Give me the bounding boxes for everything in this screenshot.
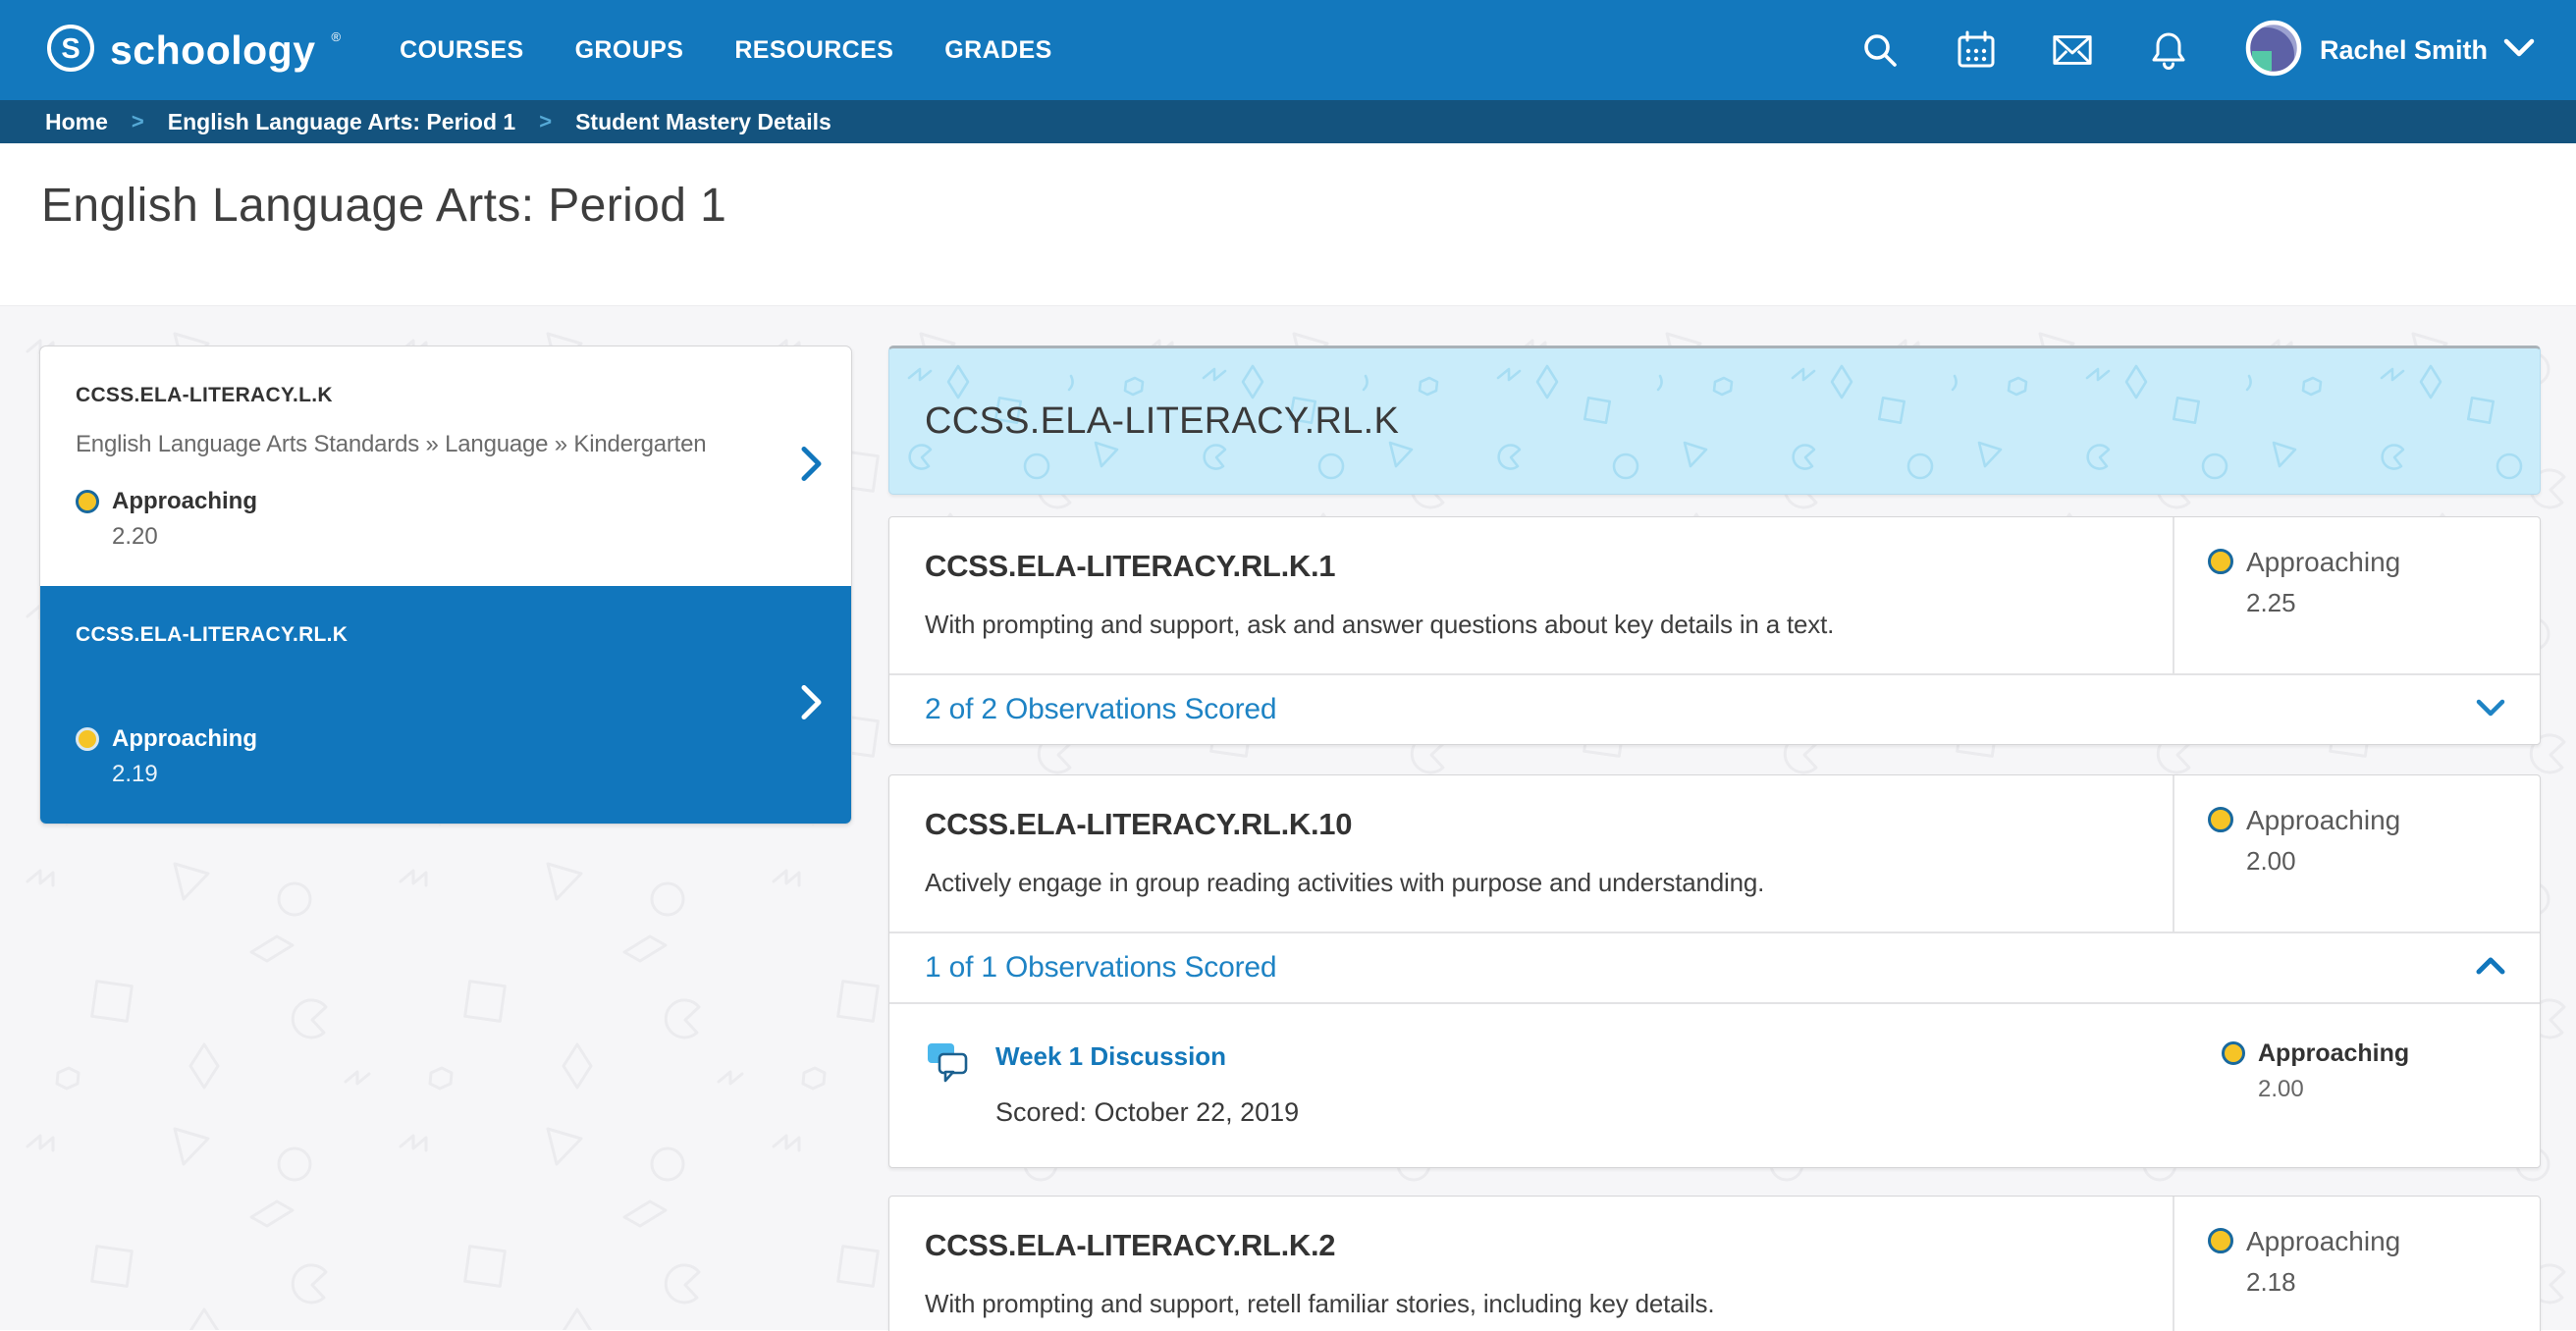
user-name: Rachel Smith xyxy=(2320,35,2488,66)
standard-code: CCSS.ELA-LITERACY.RL.K.1 xyxy=(925,549,2137,584)
standard-card-header: CCSS.ELA-LITERACY.RL.K.2 With prompting … xyxy=(889,1197,2540,1331)
chevron-up-icon[interactable] xyxy=(2475,956,2506,981)
caret-down-icon xyxy=(2503,37,2535,64)
standard-card-rlk2: CCSS.ELA-LITERACY.RL.K.2 With prompting … xyxy=(888,1196,2541,1331)
standard-description: With prompting and support, ask and answ… xyxy=(925,610,2137,640)
status-label: Approaching xyxy=(2246,1226,2400,1257)
standard-card-rlk1: CCSS.ELA-LITERACY.RL.K.1 With prompting … xyxy=(888,516,2541,745)
schoology-app: S schoology ® COURSES GROUPS RESOURCES G… xyxy=(0,0,2576,1331)
status-score: 2.18 xyxy=(2246,1267,2400,1298)
selected-standard-banner: CCSS.ELA-LITERACY.RL.K xyxy=(888,346,2541,495)
status-score: 2.00 xyxy=(2246,846,2400,877)
standard-card-header: CCSS.ELA-LITERACY.RL.K.1 With prompting … xyxy=(889,517,2540,673)
standard-card-rlk10: CCSS.ELA-LITERACY.RL.K.10 Actively engag… xyxy=(888,774,2541,1168)
chevron-down-icon[interactable] xyxy=(2475,698,2506,722)
standard-description: With prompting and support, retell famil… xyxy=(925,1289,2137,1319)
status-badge: Approaching 2.25 xyxy=(2173,517,2540,673)
standard-description: English Language Arts Standards » Langua… xyxy=(76,431,763,458)
observations-scored-link[interactable]: 1 of 1 Observations Scored xyxy=(925,951,1276,985)
observations-toggle-row[interactable]: 1 of 1 Observations Scored xyxy=(889,932,2540,1002)
avatar xyxy=(2243,18,2304,83)
status-label: Approaching xyxy=(2258,1039,2409,1068)
approaching-status-dot xyxy=(76,727,99,751)
status-badge: Approaching 2.20 xyxy=(76,488,763,551)
svg-text:S: S xyxy=(61,33,80,65)
status-score: 2.25 xyxy=(2246,588,2400,618)
status-score: 2.00 xyxy=(2258,1076,2409,1103)
observation-scored-date: Scored: October 22, 2019 xyxy=(995,1097,1299,1128)
standard-code: CCSS.ELA-LITERACY.RL.K xyxy=(76,623,763,647)
chevron-right-icon[interactable] xyxy=(800,684,824,726)
approaching-status-dot xyxy=(2222,1041,2245,1065)
approaching-status-dot xyxy=(76,490,99,513)
observations-toggle-row[interactable]: 2 of 2 Observations Scored xyxy=(889,673,2540,744)
calendar-icon[interactable] xyxy=(1955,28,1998,72)
schoology-logo[interactable]: S schoology ® xyxy=(45,23,339,79)
user-menu[interactable]: Rachel Smith xyxy=(2243,18,2535,83)
status-badge: Approaching 2.00 xyxy=(2163,1039,2530,1128)
status-label: Approaching xyxy=(2246,547,2400,578)
observation-detail-row: Week 1 Discussion Scored: October 22, 20… xyxy=(889,1002,2540,1167)
breadcrumb: Home > English Language Arts: Period 1 >… xyxy=(0,100,2576,143)
approaching-status-dot xyxy=(2208,1228,2233,1253)
mastery-detail-column: CCSS.ELA-LITERACY.RL.K CCSS.ELA-LITERACY… xyxy=(888,346,2541,1330)
nav-item-grades[interactable]: GRADES xyxy=(944,36,1051,65)
status-badge: Approaching 2.00 xyxy=(2173,775,2540,932)
status-label: Approaching xyxy=(2246,805,2400,836)
page-title: English Language Arts: Period 1 xyxy=(41,179,2576,233)
primary-nav: COURSES GROUPS RESOURCES GRADES xyxy=(400,36,1052,65)
standard-code: CCSS.ELA-LITERACY.RL.K.10 xyxy=(925,807,2137,842)
breadcrumb-current-page: Student Mastery Details xyxy=(575,109,832,135)
breadcrumb-home[interactable]: Home xyxy=(45,109,108,135)
status-label: Approaching xyxy=(112,725,257,753)
approaching-status-dot xyxy=(2208,807,2233,832)
nav-item-groups[interactable]: GROUPS xyxy=(575,36,684,65)
selected-standard-title: CCSS.ELA-LITERACY.RL.K xyxy=(925,400,1399,443)
mastery-content: CCSS.ELA-LITERACY.L.K English Language A… xyxy=(0,306,2576,1330)
notifications-icon[interactable] xyxy=(2147,28,2190,72)
discussion-icon xyxy=(925,1039,974,1095)
schoology-s-icon: S xyxy=(45,23,96,79)
search-icon[interactable] xyxy=(1858,28,1902,72)
nav-item-courses[interactable]: COURSES xyxy=(400,36,523,65)
standard-code: CCSS.ELA-LITERACY.RL.K.2 xyxy=(925,1228,2137,1263)
sidebar-item-literacy-rlk-selected[interactable]: CCSS.ELA-LITERACY.RL.K Approaching 2.19 xyxy=(40,586,851,824)
status-badge: Approaching 2.18 xyxy=(2173,1197,2540,1331)
top-navbar: S schoology ® COURSES GROUPS RESOURCES G… xyxy=(0,0,2576,100)
status-badge: Approaching 2.19 xyxy=(76,725,763,788)
observations-scored-link[interactable]: 2 of 2 Observations Scored xyxy=(925,693,1276,726)
approaching-status-dot xyxy=(2208,549,2233,574)
status-label: Approaching xyxy=(112,488,257,515)
chevron-right-icon[interactable] xyxy=(800,446,824,488)
breadcrumb-separator: > xyxy=(539,109,552,134)
standard-code: CCSS.ELA-LITERACY.L.K xyxy=(76,384,763,407)
status-score: 2.19 xyxy=(112,761,257,788)
breadcrumb-separator: > xyxy=(132,109,144,134)
breadcrumb-course[interactable]: English Language Arts: Period 1 xyxy=(168,109,515,135)
status-score: 2.20 xyxy=(112,523,257,551)
brand-wordmark: schoology xyxy=(110,27,316,74)
observation-title-link[interactable]: Week 1 Discussion xyxy=(995,1041,1299,1072)
messages-icon[interactable] xyxy=(2051,28,2094,72)
standards-list-panel: CCSS.ELA-LITERACY.L.K English Language A… xyxy=(39,346,852,825)
brand-registered-mark: ® xyxy=(332,29,342,44)
standard-description: Actively engage in group reading activit… xyxy=(925,868,2137,898)
nav-right-controls: Rachel Smith xyxy=(1858,18,2535,83)
standard-card-header: CCSS.ELA-LITERACY.RL.K.10 Actively engag… xyxy=(889,775,2540,932)
sidebar-item-literacy-lk[interactable]: CCSS.ELA-LITERACY.L.K English Language A… xyxy=(40,346,851,586)
page-header: English Language Arts: Period 1 xyxy=(0,143,2576,306)
standards-sidebar: CCSS.ELA-LITERACY.L.K English Language A… xyxy=(39,346,852,1330)
nav-item-resources[interactable]: RESOURCES xyxy=(734,36,893,65)
